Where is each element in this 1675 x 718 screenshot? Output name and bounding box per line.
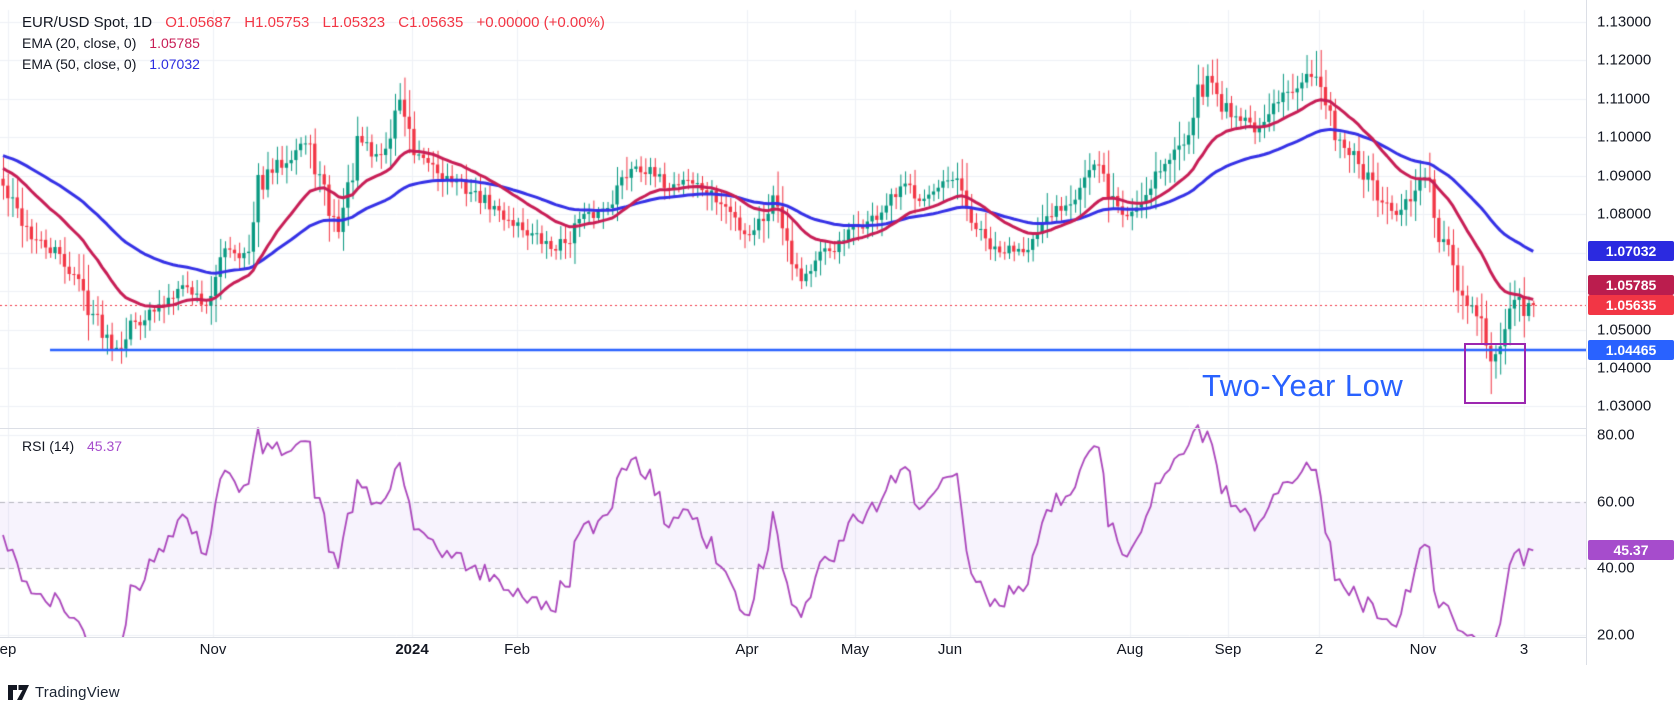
- time-tick-label: ep: [0, 641, 16, 658]
- price-tick-label: 1.10000: [1597, 129, 1651, 146]
- price-tick-label: 1.05000: [1597, 321, 1651, 338]
- pane-separator[interactable]: [0, 428, 1586, 429]
- time-axis-separator: [0, 637, 1586, 638]
- time-tick-label: Jun: [938, 641, 962, 658]
- symbol-title: EUR/USD Spot, 1D: [22, 14, 152, 31]
- tradingview-chart: EUR/USD Spot, 1D O1.05687 H1.05753 L1.05…: [0, 0, 1675, 718]
- price-tick-label: 1.13000: [1597, 14, 1651, 31]
- rsi-tick-label: 40.00: [1597, 560, 1635, 577]
- legend: EUR/USD Spot, 1D O1.05687 H1.05753 L1.05…: [22, 12, 605, 75]
- time-tick-label: Sep: [1215, 641, 1242, 658]
- ohlc-low: L1.05323: [323, 14, 386, 31]
- time-tick-label: May: [841, 641, 869, 658]
- ema20-badge: 1.05785: [1588, 275, 1674, 295]
- ohlc-close: C1.05635: [398, 14, 463, 31]
- ema20-value: 1.05785: [149, 35, 200, 51]
- time-tick-label: Feb: [504, 641, 530, 658]
- tradingview-logo-icon: [8, 685, 29, 700]
- ohlc-change: +0.00000 (+0.00%): [477, 14, 605, 31]
- tradingview-logo-text: TradingView: [35, 684, 120, 701]
- rsi-legend: RSI (14) 45.37: [22, 438, 122, 454]
- time-tick-label: Aug: [1117, 641, 1144, 658]
- ema20-legend-row: EMA (20, close, 0) 1.05785: [22, 33, 605, 54]
- price-tick-label: 1.11000: [1597, 90, 1650, 107]
- ema20-label: EMA (20, close, 0): [22, 35, 136, 51]
- last-price-badge: 1.05635: [1588, 295, 1674, 315]
- ema50-value: 1.07032: [149, 56, 200, 72]
- rsi-tick-label: 80.00: [1597, 427, 1635, 444]
- time-tick-label: Nov: [200, 641, 227, 658]
- support-badge: 1.04465: [1588, 340, 1674, 360]
- price-tick-label: 1.03000: [1597, 398, 1651, 415]
- time-tick-label: 2024: [395, 641, 428, 658]
- price-tick-label: 1.12000: [1597, 52, 1651, 69]
- price-tick-label: 1.04000: [1597, 359, 1651, 376]
- symbol-legend-row: EUR/USD Spot, 1D O1.05687 H1.05753 L1.05…: [22, 12, 605, 33]
- rsi-label: RSI (14): [22, 438, 74, 454]
- time-tick-label: Apr: [735, 641, 758, 658]
- low-highlight-box[interactable]: [1464, 343, 1526, 404]
- chart-canvas[interactable]: [0, 0, 1586, 637]
- ohlc-high: H1.05753: [244, 14, 309, 31]
- time-tick-label: 3: [1520, 641, 1528, 658]
- rsi-tick-label: 60.00: [1597, 493, 1635, 510]
- rsi-tick-label: 20.00: [1597, 627, 1635, 644]
- tradingview-logo[interactable]: TradingView: [8, 684, 120, 701]
- time-tick-label: Nov: [1410, 641, 1437, 658]
- rsi-badge: 45.37: [1588, 540, 1674, 560]
- rsi-value: 45.37: [87, 438, 122, 454]
- ohlc-open: O1.05687: [165, 14, 231, 31]
- ema50-label: EMA (50, close, 0): [22, 56, 136, 72]
- two-year-low-annotation[interactable]: Two-Year Low: [1202, 368, 1403, 404]
- time-tick-label: 2: [1315, 641, 1323, 658]
- price-axis-separator: [1586, 0, 1587, 665]
- ema50-badge: 1.07032: [1588, 241, 1674, 261]
- ema50-legend-row: EMA (50, close, 0) 1.07032: [22, 54, 605, 75]
- price-tick-label: 1.09000: [1597, 167, 1651, 184]
- price-tick-label: 1.08000: [1597, 206, 1651, 223]
